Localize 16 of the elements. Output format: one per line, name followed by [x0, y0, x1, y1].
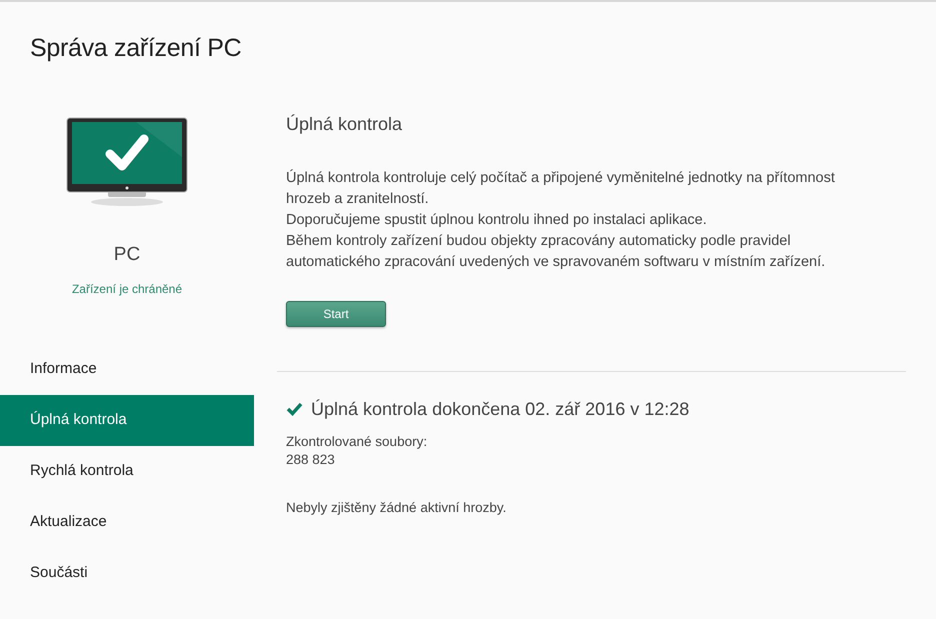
nav-item[interactable]: Aktualizace [0, 496, 254, 548]
page-title: Správa zařízení PC [30, 33, 242, 63]
section-heading: Úplná kontrola [286, 114, 404, 136]
description-text: Během kontroly zařízení budou objekty zpracovány automaticky podle pravidel automatického zpracování uvedených ve spravovaném softwaru v místním zařízení. [286, 232, 826, 272]
device-status: Zařízení je chráněné [72, 280, 182, 298]
description-text: Doporučujeme spustit úplnou kontrolu ihned po instalaci aplikace. [286, 210, 708, 230]
result-heading: Úplná kontrola dokončena 02. zář 2016 v 12:28 [311, 398, 690, 421]
files-label: Zkontrolované soubory: [286, 432, 428, 451]
nav-item[interactable]: Rychlá kontrola [0, 446, 254, 496]
description-text: Úplná kontrola kontroluje celý počítač a připojené vyměnitelné jednotky na přítomnost hrozeb a zranitelností. [286, 168, 836, 209]
nav-item[interactable]: Informace [0, 344, 254, 394]
device-name: PC [114, 243, 140, 267]
threats-text: Nebyly zjištěny žádné aktivní hrozby. [286, 498, 508, 517]
nav-item[interactable]: Úplná kontrola [0, 394, 254, 446]
files-count: 288 823 [286, 450, 336, 469]
nav-item[interactable]: Součásti [0, 548, 254, 598]
